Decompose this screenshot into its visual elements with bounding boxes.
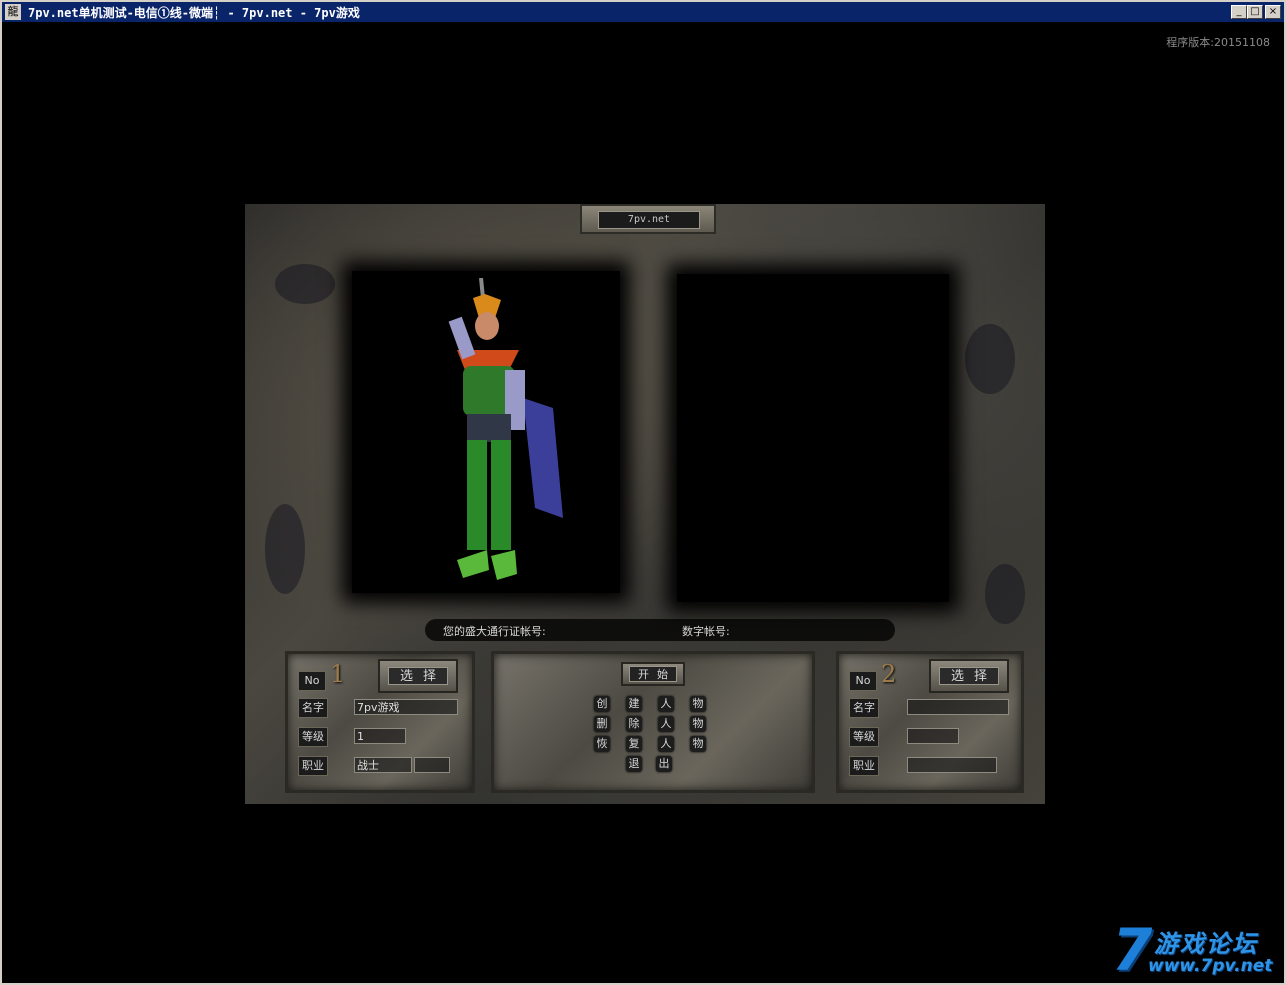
game-window: 龍 7pv.net单机测试-电信①线-微端┆ - 7pv.net - 7pv游戏…	[0, 0, 1286, 985]
slot-number: 1	[330, 660, 346, 688]
right-boot	[491, 550, 517, 580]
slot-number: 2	[881, 660, 897, 688]
server-name-plate: 7pv.net	[580, 204, 716, 234]
left-boot	[457, 550, 489, 578]
exit-button[interactable]: 退 出	[626, 756, 678, 774]
create-character-button[interactable]: 创 建 人 物	[594, 696, 714, 714]
rock-texture	[265, 504, 305, 594]
menu-glyph: 创	[594, 696, 610, 712]
character-window-2[interactable]	[677, 274, 949, 602]
job-extra-box	[414, 757, 450, 773]
menu-glyph: 人	[658, 696, 674, 712]
name-label: 名字	[298, 698, 328, 718]
menu-glyph: 除	[626, 716, 642, 732]
digital-account-label: 数字帐号:	[682, 625, 730, 638]
character-select-scene: 7pv.net 您的盛大通行证帐号: 数字帐号: No 1 选择 名字 7pv游…	[245, 204, 1045, 804]
belt	[467, 414, 511, 442]
level-value: 1	[354, 728, 406, 744]
job-label: 职业	[849, 756, 879, 776]
forum-watermark-logo: 7 游戏论坛 www.7pv.net	[1112, 916, 1282, 984]
menu-glyph: 物	[690, 696, 706, 712]
warrior-character[interactable]	[435, 278, 575, 608]
left-leg	[467, 440, 487, 550]
menu-glyph: 物	[690, 716, 706, 732]
restore-character-button[interactable]: 恢 复 人 物	[594, 736, 714, 754]
slot-no-label: No	[298, 671, 326, 691]
level-label: 等级	[849, 727, 879, 747]
menu-glyph: 删	[594, 716, 610, 732]
start-button[interactable]: 开始	[621, 662, 685, 686]
name-value: 7pv游戏	[354, 699, 458, 715]
maximize-button[interactable]: □	[1247, 5, 1263, 19]
head	[475, 312, 499, 340]
select-button-1[interactable]: 选择	[378, 659, 458, 693]
menu-glyph: 恢	[594, 736, 610, 752]
rock-texture	[275, 264, 335, 304]
level-label: 等级	[298, 727, 328, 747]
menu-glyph: 建	[626, 696, 642, 712]
job-value: 战士	[354, 757, 412, 773]
logo-seven: 7	[1112, 916, 1153, 984]
menu-glyph: 出	[656, 756, 672, 772]
logo-url: www.7pv.net	[1148, 956, 1273, 976]
start-button-label: 开始	[629, 666, 677, 682]
menu-glyph: 复	[626, 736, 642, 752]
character-slot-2: No 2 选择 名字 等级 职业	[836, 651, 1024, 793]
raised-arm	[448, 316, 476, 360]
level-value	[907, 728, 959, 744]
window-title: 7pv.net单机测试-电信①线-微端┆ - 7pv.net - 7pv游戏	[28, 6, 360, 20]
job-label: 职业	[298, 756, 328, 776]
slot-no-label: No	[849, 671, 877, 691]
select-button-label: 选择	[388, 667, 448, 685]
passport-account-label: 您的盛大通行证帐号:	[443, 625, 546, 638]
menu-glyph: 物	[690, 736, 706, 752]
menu-glyph: 人	[658, 716, 674, 732]
select-button-2[interactable]: 选择	[929, 659, 1009, 693]
menu-glyph: 退	[626, 756, 642, 772]
character-slot-1: No 1 选择 名字 7pv游戏 等级 1 职业 战士	[285, 651, 475, 793]
job-value	[907, 757, 997, 773]
app-icon[interactable]: 龍	[5, 4, 21, 20]
right-leg	[491, 440, 511, 550]
minimize-button[interactable]: _	[1231, 5, 1247, 19]
menu-glyph: 人	[658, 736, 674, 752]
rock-texture	[965, 324, 1015, 394]
cape	[523, 398, 563, 518]
delete-character-button[interactable]: 删 除 人 物	[594, 716, 714, 734]
logo-text: 游戏论坛	[1154, 930, 1258, 958]
server-name: 7pv.net	[598, 211, 700, 229]
main-menu-panel: 开始 创 建 人 物 删 除 人 物 恢 复 人 物 退 出	[491, 651, 815, 793]
rock-texture	[985, 564, 1025, 624]
name-value	[907, 699, 1009, 715]
version-text: 程序版本:20151108	[1166, 36, 1270, 49]
close-button[interactable]: ×	[1265, 5, 1281, 19]
select-button-label: 选择	[939, 667, 999, 685]
name-label: 名字	[849, 698, 879, 718]
title-bar[interactable]: 龍 7pv.net单机测试-电信①线-微端┆ - 7pv.net - 7pv游戏…	[2, 2, 1284, 22]
